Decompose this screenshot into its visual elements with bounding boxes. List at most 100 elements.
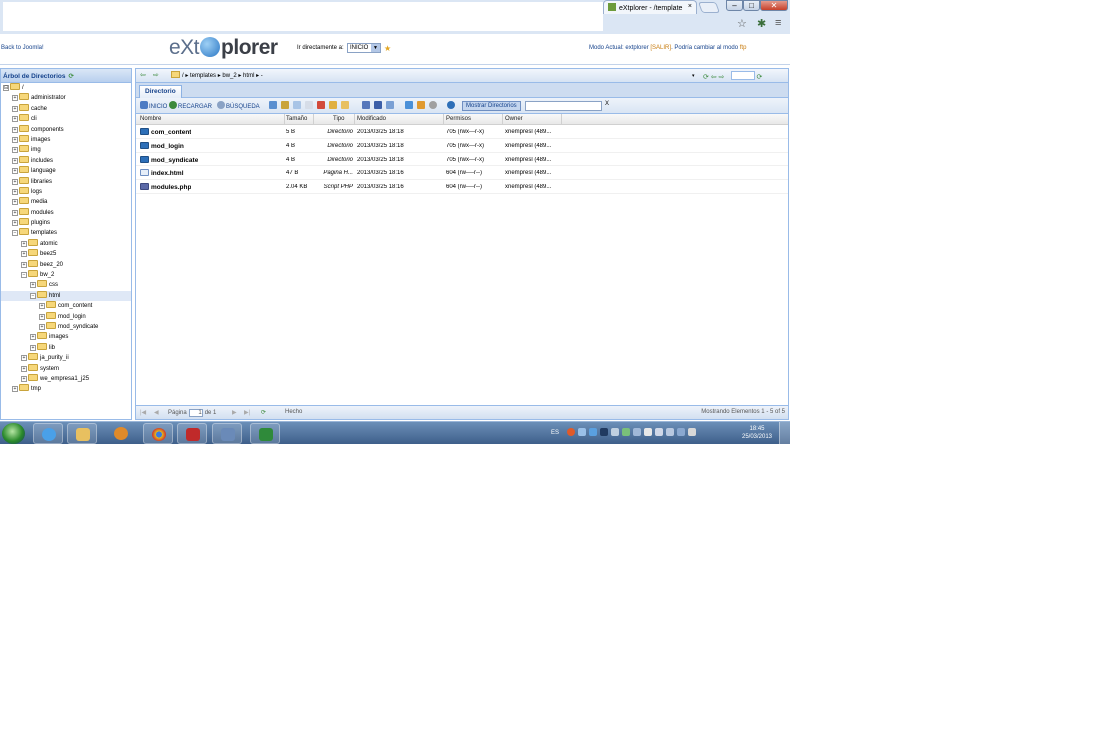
tree-item[interactable]: + ja_purity_ii xyxy=(1,353,131,363)
tree-item[interactable]: ⊟ / xyxy=(1,83,131,93)
bookmark-star-icon[interactable]: ☆ xyxy=(737,17,747,30)
help-icon[interactable] xyxy=(447,101,455,109)
tree-expander-icon[interactable]: + xyxy=(21,365,27,372)
tray-app-icon[interactable] xyxy=(578,428,586,436)
tree-expander-icon[interactable]: + xyxy=(21,251,27,258)
show-desktop-button[interactable] xyxy=(779,422,790,444)
tree-item[interactable]: + images xyxy=(1,134,131,145)
tree-expander-icon[interactable]: + xyxy=(12,188,18,195)
extension-icon[interactable]: ✱ xyxy=(757,17,766,30)
tray-app-icon[interactable] xyxy=(611,428,619,436)
extract-icon[interactable] xyxy=(429,101,437,109)
tree-item[interactable]: + css xyxy=(1,280,131,290)
tray-app-icon[interactable] xyxy=(600,428,608,436)
col-separator[interactable] xyxy=(354,114,355,125)
rename-icon[interactable] xyxy=(329,101,337,109)
tray-app-icon[interactable] xyxy=(644,428,652,436)
col-name[interactable]: Nombre xyxy=(140,116,161,122)
tray-app-icon[interactable] xyxy=(589,428,597,436)
tab-close-icon[interactable]: × xyxy=(688,3,692,10)
tree-expander-icon[interactable]: + xyxy=(12,116,18,123)
network-icon[interactable] xyxy=(677,428,685,436)
filter-input[interactable] xyxy=(525,101,602,111)
table-row[interactable]: index.html 47 B Pagina H... 2013/03/25 18:1… xyxy=(136,166,788,181)
tree-expander-icon[interactable]: + xyxy=(12,386,18,393)
table-row[interactable]: mod_login 4 B Directorio 2013/03/25 18:18 70… xyxy=(136,139,788,153)
tree-item[interactable]: + libraries xyxy=(1,176,131,187)
tree-item[interactable]: − html xyxy=(1,290,131,302)
goto-go-icon[interactable]: ★ xyxy=(384,44,391,53)
refresh-grid-icon[interactable]: ⟳ xyxy=(261,409,266,416)
col-separator[interactable] xyxy=(443,114,444,125)
tree-item[interactable]: + img xyxy=(1,145,131,155)
file-name-cell[interactable]: index.html xyxy=(140,169,184,177)
tree-expander-icon[interactable]: + xyxy=(30,282,36,289)
tree-expander-icon[interactable]: + xyxy=(12,199,18,206)
chrome-menu-icon[interactable]: ≡ xyxy=(775,17,781,29)
tray-language[interactable]: ES xyxy=(551,430,559,436)
clock[interactable]: 18:45 25/03/2013 xyxy=(738,425,776,441)
tree-expander-icon[interactable]: + xyxy=(12,220,18,227)
download-icon[interactable] xyxy=(386,101,394,109)
tree-expander-icon[interactable]: + xyxy=(12,209,18,216)
col-size[interactable]: Tamaño xyxy=(286,116,307,122)
tree-item[interactable]: + cli xyxy=(1,114,131,124)
last-page-icon[interactable]: ▶| xyxy=(244,409,250,416)
view-icon[interactable] xyxy=(362,101,370,109)
tree-item[interactable]: − bw_2 xyxy=(1,270,131,280)
col-modified[interactable]: Modificado xyxy=(357,116,386,122)
col-separator[interactable] xyxy=(313,114,314,125)
forward-arrow-icon[interactable]: ⇨ xyxy=(153,71,159,79)
window-maximize-button[interactable]: □ xyxy=(743,0,760,11)
tree-item[interactable]: + system xyxy=(1,363,131,374)
tree-expander-icon[interactable]: + xyxy=(39,303,45,310)
page-input[interactable]: 1 xyxy=(188,409,203,417)
tree-expander-icon[interactable]: + xyxy=(21,375,27,382)
new-file-icon[interactable] xyxy=(269,101,277,109)
taskbar-chrome[interactable] xyxy=(143,423,173,444)
filter-clear-button[interactable]: X xyxy=(605,101,609,107)
refresh-tree-icon[interactable]: ⟳ xyxy=(68,73,73,80)
move-icon[interactable] xyxy=(305,101,313,109)
tree-item[interactable]: + includes xyxy=(1,155,131,166)
show-directories-button[interactable]: Mostrar Directorios xyxy=(462,101,521,111)
file-name-cell[interactable]: mod_login xyxy=(140,141,184,150)
tree-item[interactable]: + media xyxy=(1,197,131,207)
ftp-mode-link[interactable]: ftp xyxy=(740,45,747,51)
tree-item[interactable]: + mod_login xyxy=(1,311,131,322)
tree-expander-icon[interactable]: + xyxy=(30,344,36,351)
back-arrow-icon[interactable]: ⇦ xyxy=(140,71,146,79)
col-separator[interactable] xyxy=(561,114,562,125)
tree-expander-icon[interactable]: − xyxy=(12,230,18,237)
path-dropdown-icon[interactable]: ▾ xyxy=(692,73,695,79)
tray-app-icon[interactable] xyxy=(622,428,630,436)
goto-select[interactable]: INICIO ▼ xyxy=(347,43,381,53)
tree-item[interactable]: + beez_20 xyxy=(1,259,131,270)
tray-app-icon[interactable] xyxy=(666,428,674,436)
edit-icon[interactable] xyxy=(281,101,289,109)
col-type[interactable]: Tipo xyxy=(333,116,344,122)
archive-icon[interactable] xyxy=(417,101,425,109)
chmod-icon[interactable] xyxy=(341,101,349,109)
table-row[interactable]: com_content 5 B Directorio 2013/03/25 18:18… xyxy=(136,125,788,139)
start-button[interactable] xyxy=(2,423,25,444)
tree-expander-icon[interactable]: + xyxy=(21,355,27,362)
window-minimize-button[interactable]: – xyxy=(726,0,743,11)
col-owner[interactable]: Owner xyxy=(505,116,523,122)
tree-item[interactable]: + we_empresa1_j25 xyxy=(1,373,131,384)
tree-item[interactable]: + language xyxy=(1,166,131,176)
tree-expander-icon[interactable]: − xyxy=(30,292,36,299)
tree-item[interactable]: + atomic xyxy=(1,238,131,249)
logout-link[interactable]: [SALIR] xyxy=(650,45,671,51)
file-name-cell[interactable]: modules.php xyxy=(140,183,191,191)
tree-expander-icon[interactable]: − xyxy=(21,272,27,279)
tree-expander-icon[interactable]: + xyxy=(12,105,18,112)
tree-item[interactable]: + administrator xyxy=(1,93,131,103)
tab-directory[interactable]: Directorio xyxy=(139,85,182,98)
tree-expander-icon[interactable]: + xyxy=(12,95,18,102)
tree-item[interactable]: + lib xyxy=(1,342,131,353)
tree-expander-icon[interactable]: + xyxy=(39,313,45,320)
file-name-cell[interactable]: com_content xyxy=(140,128,191,136)
window-close-button[interactable]: ✕ xyxy=(760,0,788,11)
path-search-box[interactable] xyxy=(730,71,755,80)
